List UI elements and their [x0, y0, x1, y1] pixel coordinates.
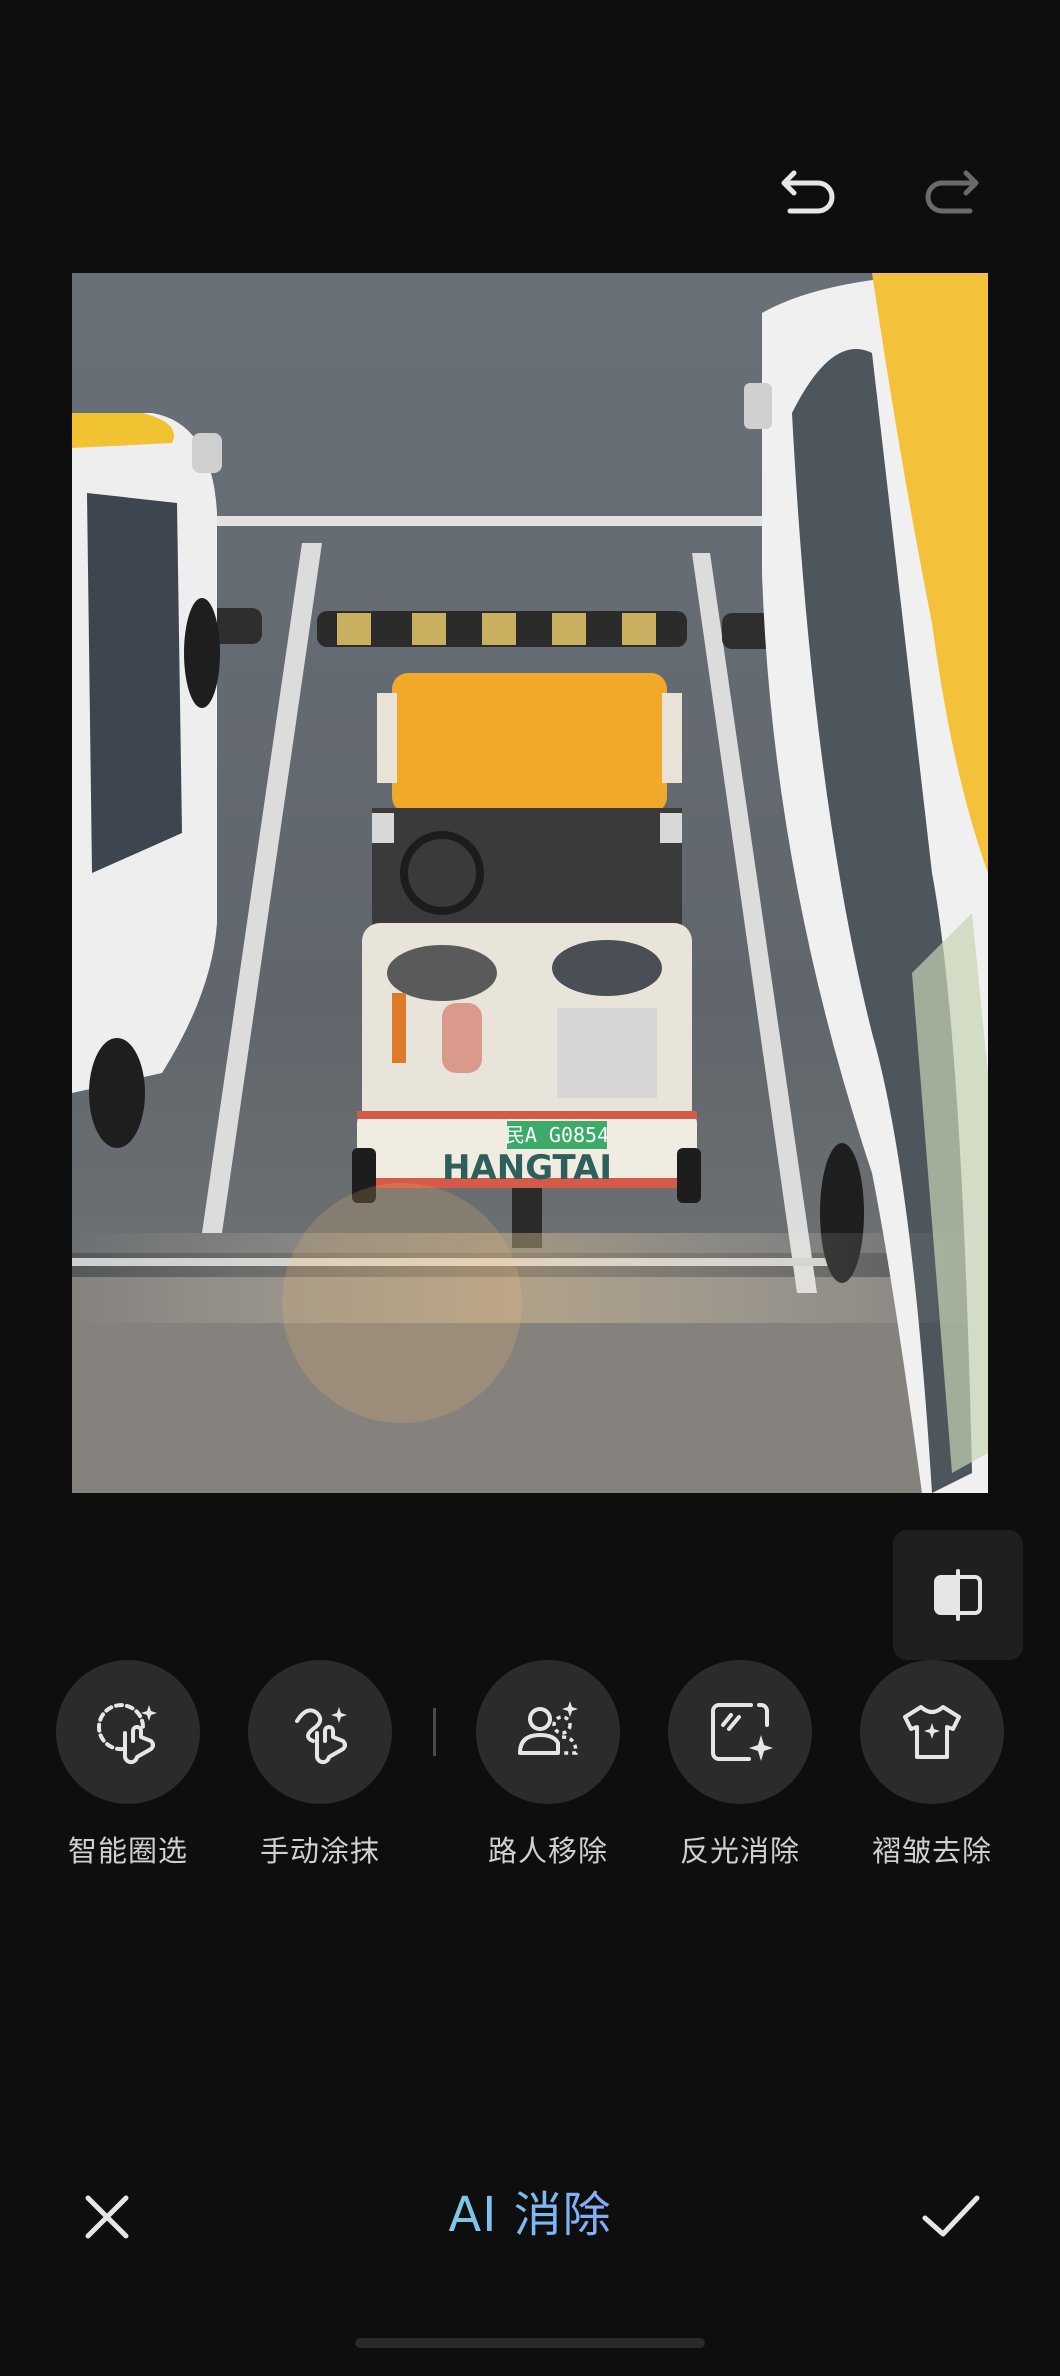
tool-smart-select[interactable]: 智能圈选	[48, 1660, 208, 1870]
smart-select-icon	[97, 1703, 157, 1765]
home-indicator	[355, 2338, 705, 2348]
manual-brush-icon	[295, 1707, 347, 1765]
tool-label: 手动涂抹	[259, 1834, 380, 1868]
tool-label: 反光消除	[679, 1834, 800, 1868]
tool-circle[interactable]	[248, 1660, 392, 1804]
redo-button[interactable]	[912, 150, 992, 230]
tool-circle[interactable]	[56, 1660, 200, 1804]
tool-label: 褶皱去除	[871, 1834, 992, 1868]
tool-wrinkle-remove[interactable]: 褶皱去除	[852, 1660, 1012, 1870]
tool-circle[interactable]	[476, 1660, 620, 1804]
compare-icon	[934, 1569, 982, 1621]
reflection-remove-icon	[711, 1703, 773, 1761]
compare-button[interactable]	[893, 1530, 1023, 1660]
undo-button[interactable]	[768, 150, 848, 230]
tool-manual-brush[interactable]: 手动涂抹	[240, 1660, 400, 1870]
undo-icon	[781, 170, 835, 214]
cancel-button[interactable]	[62, 2172, 152, 2262]
confirm-button[interactable]	[906, 2172, 996, 2262]
tool-label: 智能圈选	[67, 1834, 188, 1868]
close-icon	[85, 2195, 129, 2239]
check-icon	[922, 2195, 980, 2237]
edit-photo[interactable]: 民A G0854 HANGTAI	[72, 273, 988, 1493]
tool-circle[interactable]	[668, 1660, 812, 1804]
tool-passerby-remove[interactable]: 路人移除	[468, 1660, 628, 1870]
tool-label: 路人移除	[487, 1834, 608, 1868]
vehicle-brand: HANGTAI	[442, 1148, 612, 1188]
wrinkle-remove-icon	[903, 1705, 961, 1759]
redo-icon	[925, 170, 979, 214]
tool-divider	[433, 1708, 436, 1756]
page-title: AI 消除	[330, 2180, 730, 2250]
passerby-remove-icon	[518, 1701, 578, 1755]
tool-circle[interactable]	[860, 1660, 1004, 1804]
vehicle-plate: 民A G0854	[505, 1123, 609, 1147]
tool-reflection-remove[interactable]: 反光消除	[660, 1660, 820, 1870]
